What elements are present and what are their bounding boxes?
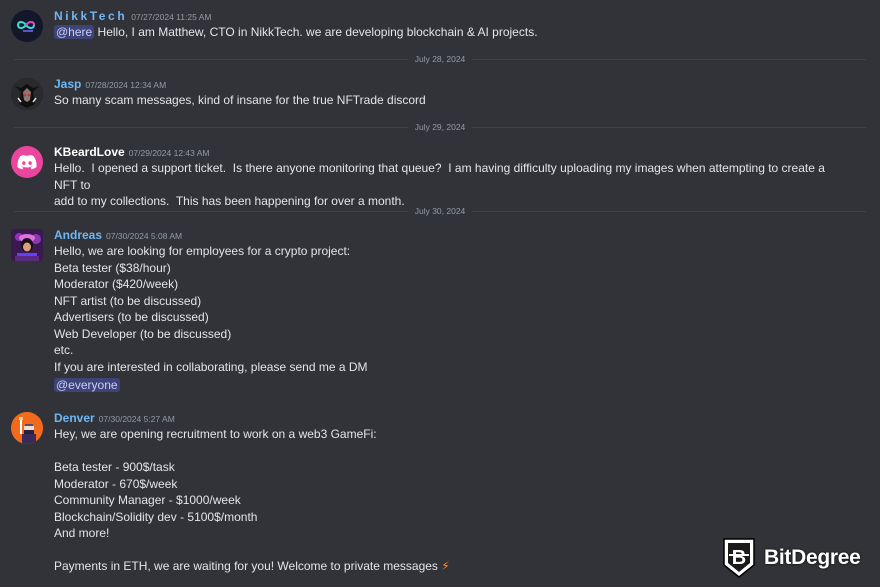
author-name[interactable]: NikkTech: [54, 9, 127, 23]
message-text: Moderator ($420/week): [54, 277, 179, 291]
orange-pixel-avatar-icon: [11, 412, 43, 444]
message-text: Hey, we are opening recruitment to work …: [54, 427, 377, 441]
message-timestamp: 07/29/2024 12:43 AM: [128, 148, 210, 158]
date-divider-label: July 29, 2024: [408, 122, 472, 132]
message-text: So many scam messages, kind of insane fo…: [54, 93, 426, 107]
message-text: Beta tester - 900$/task: [54, 460, 175, 474]
svg-text:B: B: [732, 547, 746, 569]
bitdegree-wordmark: BitDegree: [764, 546, 861, 569]
avatar-nikktech[interactable]: [11, 10, 43, 42]
date-divider-label: July 30, 2024: [408, 206, 472, 216]
message-timestamp: 07/30/2024 5:08 AM: [106, 231, 183, 241]
message-text: Beta tester ($38/hour): [54, 260, 171, 275]
message-text: Blockchain/Solidity dev - 5100$/month: [54, 509, 258, 524]
message-text: NFT artist (to be discussed): [54, 293, 202, 308]
chat-message-list: NikkTech 07/27/2024 11:25 AM @here Hello,…: [0, 0, 880, 587]
message-text: Hello. I opened a support ticket. Is the…: [54, 161, 829, 192]
date-divider: July 29, 2024: [14, 122, 866, 132]
message-text: Advertisers (to be discussed): [54, 310, 209, 324]
date-divider: July 30, 2024: [14, 206, 866, 216]
author-name[interactable]: Denver: [54, 411, 95, 425]
message-text: Hello, I am Matthew, CTO in NikkTech. we…: [97, 25, 538, 39]
lightning-bolt-emoji-icon: ⚡: [441, 559, 450, 573]
mention-here[interactable]: @here: [54, 25, 95, 39]
dark-creature-avatar-icon: [11, 78, 43, 110]
bitdegree-watermark: B BitDegree: [722, 537, 861, 579]
discord-logo-icon: [17, 154, 37, 170]
message-text: Community Manager - $1000/week: [54, 493, 241, 507]
message-text: Moderator - 670$/week: [54, 476, 178, 491]
purple-anime-avatar-icon: [11, 229, 43, 261]
message-content: @here Hello, I am Matthew, CTO in NikkTe…: [54, 24, 840, 41]
message-text: etc.: [54, 343, 74, 357]
avatar-jasp[interactable]: [11, 78, 43, 110]
bitdegree-shield-logo-icon: B: [723, 538, 755, 578]
message-text: Web Developer (to be discussed): [54, 326, 232, 341]
author-name[interactable]: KBeardLove: [54, 145, 125, 159]
date-divider: July 28, 2024: [14, 54, 866, 64]
message-text: Hello, we are looking for employees for …: [54, 244, 351, 258]
nikktech-infinity-logo-icon: [11, 10, 43, 42]
message-text: [54, 443, 840, 460]
author-name[interactable]: Andreas: [54, 228, 102, 242]
message-text: Payments in ETH, we are waiting for you!…: [54, 559, 438, 573]
message-timestamp: 07/27/2024 11:25 AM: [131, 12, 212, 22]
mention-everyone[interactable]: @everyone: [54, 378, 120, 392]
avatar-andreas[interactable]: [11, 229, 43, 261]
message-timestamp: 07/30/2024 5:27 AM: [98, 414, 175, 424]
avatar-denver[interactable]: [11, 412, 43, 444]
author-name[interactable]: Jasp: [54, 77, 81, 91]
message-timestamp: 07/28/2024 12:34 AM: [85, 80, 167, 90]
avatar-kbeardlove[interactable]: [11, 146, 43, 178]
message-text: If you are interested in collaborating, …: [54, 359, 368, 374]
date-divider-label: July 28, 2024: [408, 54, 472, 64]
